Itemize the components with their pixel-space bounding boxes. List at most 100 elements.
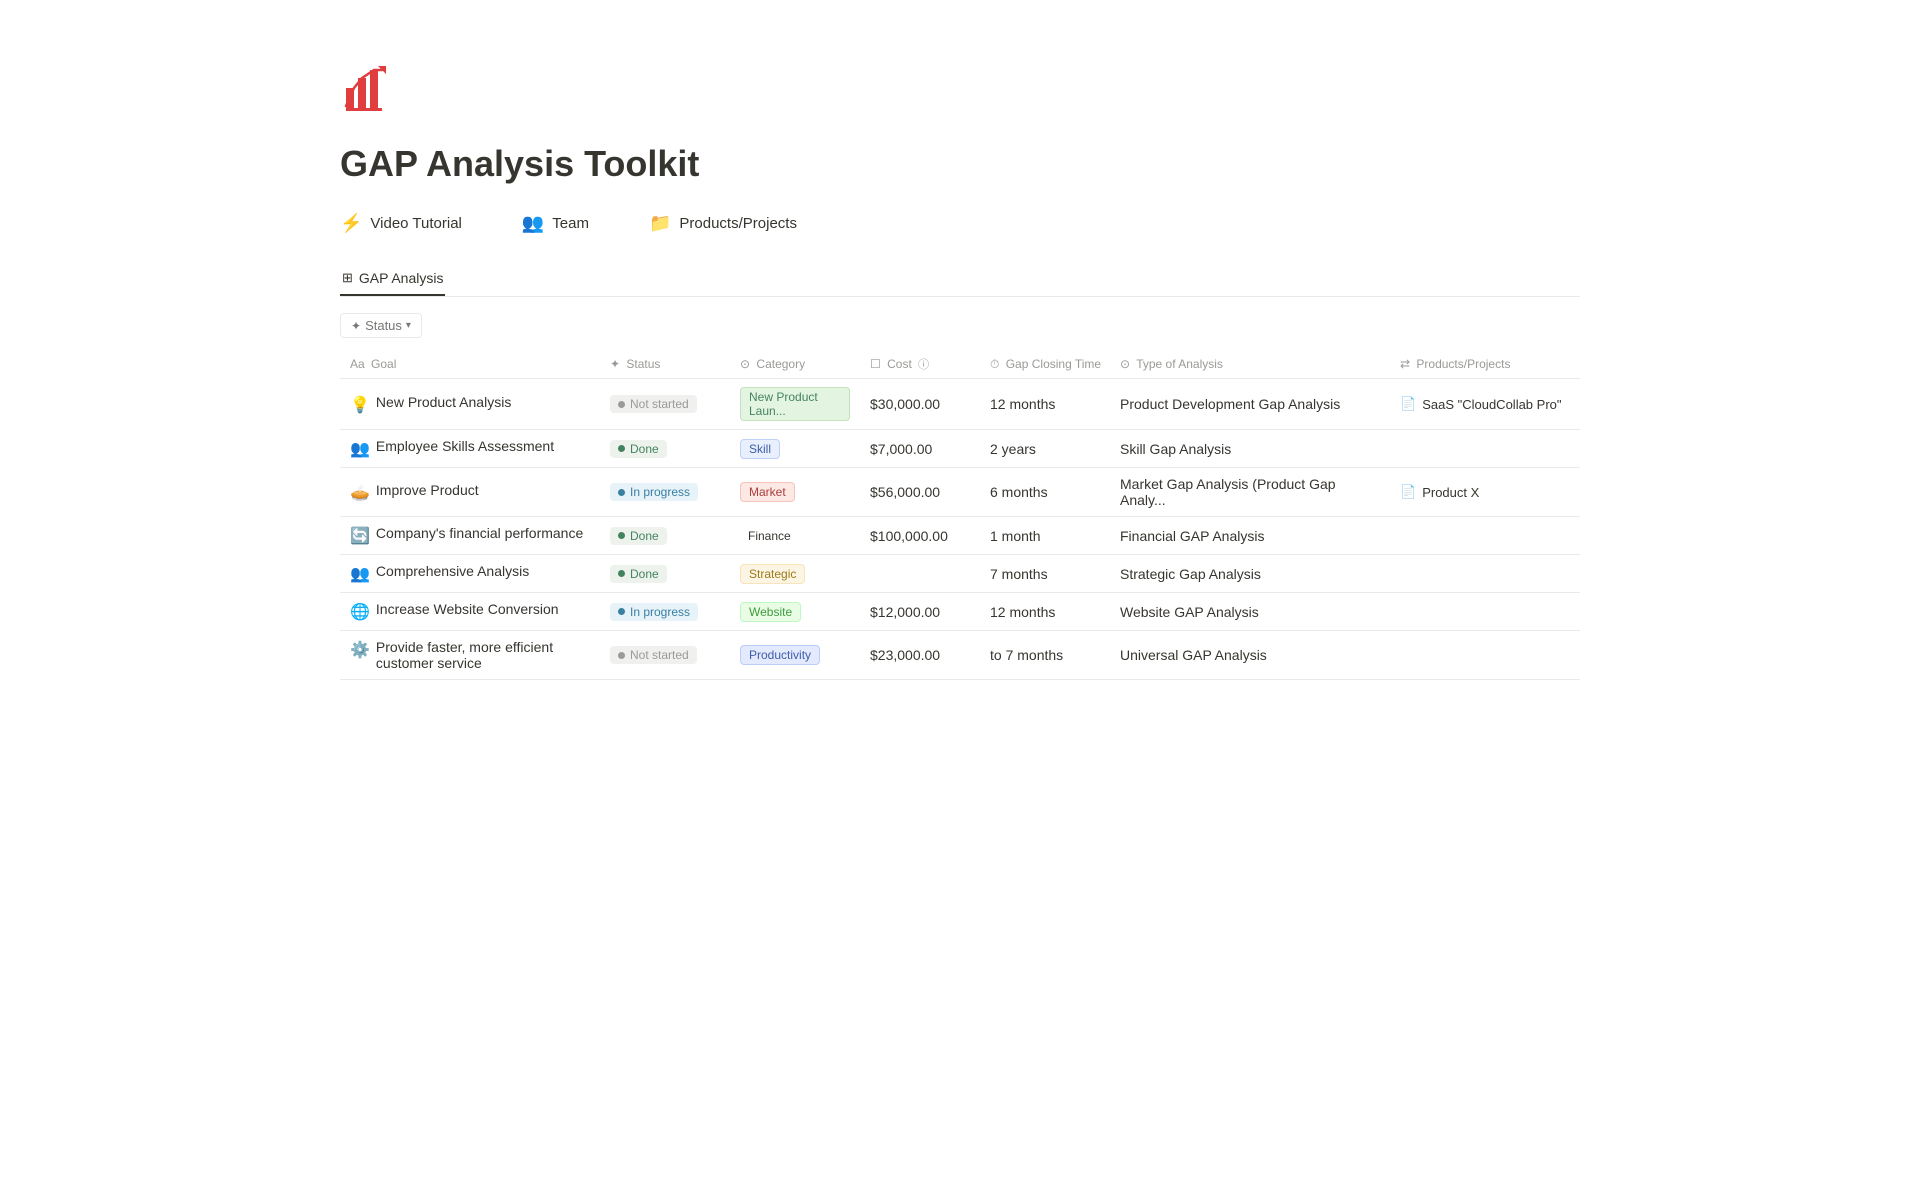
table-row[interactable]: 👥 Employee Skills Assessment Done Skill$7,0… [340,430,1580,468]
row-6-type-of-analysis: Universal GAP Analysis [1110,631,1390,680]
row-5-status[interactable]: In progress [600,593,730,631]
row-4-category[interactable]: Strategic [730,555,860,593]
row-0-products-projects[interactable]: 📄 SaaS "CloudCollab Pro" [1390,379,1580,430]
row-2-cost: $56,000.00 [860,468,980,517]
nav-team[interactable]: 👥 Team [522,213,589,234]
row-6-cost: $23,000.00 [860,631,980,680]
goal-icon: 👥 [350,439,370,459]
goal-text: Company's financial performance [376,525,583,541]
goal-text: New Product Analysis [376,394,511,410]
status-dot [618,570,625,577]
goal-text: Improve Product [376,482,479,498]
row-0-status[interactable]: Not started [600,379,730,430]
document-icon: 📄 [1400,396,1416,412]
row-5-category[interactable]: Website [730,593,860,631]
goal-icon: ⚙️ [350,640,370,660]
col-header-cost: ☐ Cost ⓘ [860,350,980,379]
status-filter-button[interactable]: ✦ Status ▾ [340,313,422,338]
category-badge: Finance [740,527,799,545]
col-header-category: ⊙ Category [730,350,860,379]
status-badge: Done [610,527,667,545]
status-badge: Not started [610,395,697,413]
table-header-row: Aa Goal ✦ Status ⊙ Category ☐ Cost ⓘ [340,350,1580,379]
status-badge: Done [610,440,667,458]
row-3-products-projects[interactable] [1390,517,1580,555]
goal-icon: 💡 [350,395,370,415]
row-1-category[interactable]: Skill [730,430,860,468]
goal-icon: 👥 [350,564,370,584]
filter-settings-icon: ✦ [351,319,361,333]
goal-text: Provide faster, more efficient customer … [376,639,590,671]
status-dot [618,445,625,452]
tab-icon: ⊞ [342,270,353,286]
row-6-goal: ⚙️ Provide faster, more efficient custome… [340,631,600,680]
nav-links: ⚡ Video Tutorial 👥 Team 📁 Products/Proje… [340,213,1580,234]
row-0-cost: $30,000.00 [860,379,980,430]
chevron-down-icon: ▾ [406,320,411,331]
filter-bar: ✦ Status ▾ [340,313,1580,338]
row-4-products-projects[interactable] [1390,555,1580,593]
row-3-status[interactable]: Done [600,517,730,555]
row-2-products-projects[interactable]: 📄Product X [1390,468,1580,517]
table-row[interactable]: 👥Comprehensive AnalysisDoneStrategic7 mo… [340,555,1580,593]
status-dot [618,652,625,659]
col-header-gap-closing-time: ⏱ Gap Closing Time [980,350,1110,379]
nav-video-tutorial[interactable]: ⚡ Video Tutorial [340,213,462,234]
nav-products-projects[interactable]: 📁 Products/Projects [649,213,797,234]
table-row[interactable]: ⚙️ Provide faster, more efficient custome… [340,631,1580,680]
product-name: SaaS "CloudCollab Pro" [1422,397,1561,412]
table-row[interactable]: 🔄 Company's financial performance Done Fina… [340,517,1580,555]
row-1-products-projects[interactable] [1390,430,1580,468]
category-badge: Market [740,482,795,502]
row-4-goal: 👥 Comprehensive Analysis [340,555,600,593]
row-6-gap-closing-time: to 7 months [980,631,1110,680]
table-row[interactable]: 🥧Improve ProductIn progressMarket$56,000… [340,468,1580,517]
row-4-status[interactable]: Done [600,555,730,593]
row-0-category[interactable]: New Product Laun... [730,379,860,430]
category-badge: Productivity [740,645,820,665]
status-dot [618,608,625,615]
goal-icon: 🔄 [350,526,370,546]
goal-text: Comprehensive Analysis [376,563,529,579]
tab-gap-analysis-label: GAP Analysis [359,270,444,286]
table-row[interactable]: 💡 New Product Analysis Not started New Prod… [340,379,1580,430]
row-1-cost: $7,000.00 [860,430,980,468]
row-3-category[interactable]: Finance [730,517,860,555]
row-5-products-projects[interactable] [1390,593,1580,631]
status-badge: In progress [610,483,698,501]
tab-gap-analysis[interactable]: ⊞ GAP Analysis [340,262,445,296]
goal-text: Employee Skills Assessment [376,438,554,454]
category-badge: Website [740,602,801,622]
row-5-goal: 🌐Increase Website Conversion [340,593,600,631]
gap-analysis-table: Aa Goal ✦ Status ⊙ Category ☐ Cost ⓘ [340,350,1580,680]
row-0-type-of-analysis: Product Development Gap Analysis [1110,379,1390,430]
status-dot [618,489,625,496]
status-filter-label: Status [365,318,402,333]
data-table-wrapper: Aa Goal ✦ Status ⊙ Category ☐ Cost ⓘ [340,350,1580,680]
row-6-products-projects[interactable] [1390,631,1580,680]
col-header-type-of-analysis: ⊙ Type of Analysis [1110,350,1390,379]
row-2-category[interactable]: Market [730,468,860,517]
row-6-category[interactable]: Productivity [730,631,860,680]
nav-team-label: Team [552,215,589,232]
row-0-goal: 💡 New Product Analysis [340,379,600,430]
col-header-products-projects: ⇄ Products/Projects [1390,350,1580,379]
row-4-type-of-analysis: Strategic Gap Analysis [1110,555,1390,593]
row-3-cost: $100,000.00 [860,517,980,555]
logo [340,60,1580,119]
status-badge: Not started [610,646,697,664]
table-row[interactable]: 🌐Increase Website Conversion In progress W… [340,593,1580,631]
row-3-gap-closing-time: 1 month [980,517,1110,555]
nav-products-projects-label: Products/Projects [679,215,797,232]
row-1-type-of-analysis: Skill Gap Analysis [1110,430,1390,468]
status-dot [618,532,625,539]
row-2-type-of-analysis: Market Gap Analysis (Product Gap Analy..… [1110,468,1390,517]
status-badge: In progress [610,603,698,621]
row-6-status[interactable]: Not started [600,631,730,680]
product-name: Product X [1422,485,1479,500]
col-header-goal: Aa Goal [340,350,600,379]
category-badge: Strategic [740,564,805,584]
row-1-status[interactable]: Done [600,430,730,468]
team-icon: 👥 [522,213,544,234]
row-2-status[interactable]: In progress [600,468,730,517]
